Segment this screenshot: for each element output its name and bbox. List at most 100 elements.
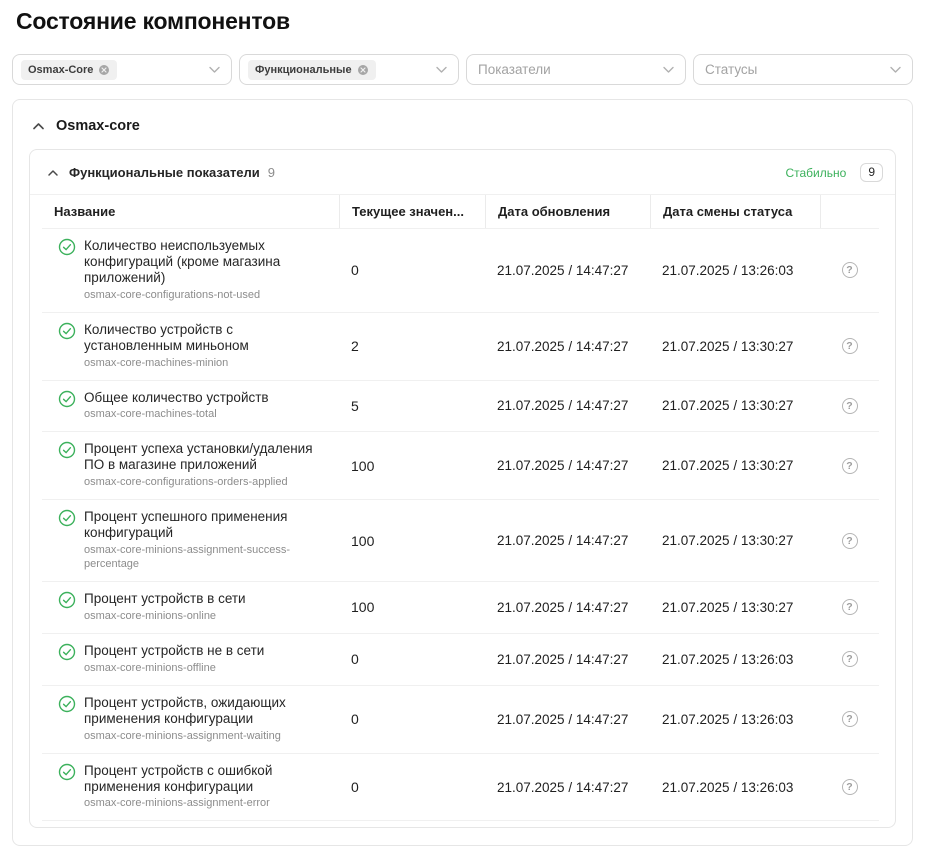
components-panel: Osmax-core Функциональные показатели 9 С… xyxy=(12,99,913,846)
success-check-icon xyxy=(58,390,76,408)
table-row: Процент успеха установки/удаления ПО в м… xyxy=(42,432,879,500)
indicator-code: osmax-core-minions-assignment-waiting xyxy=(84,730,329,744)
help-cell: ? xyxy=(820,643,879,675)
question-circle-icon[interactable]: ? xyxy=(842,711,858,727)
success-check-icon xyxy=(58,591,76,609)
status-changed-date-cell: 21.07.2025 / 13:26:03 xyxy=(650,255,820,286)
indicator-name-cell: Количество устройств с установленным мин… xyxy=(42,313,339,380)
indicator-title: Процент устройств не в сети xyxy=(84,643,264,659)
group-title: Osmax-core xyxy=(56,118,140,134)
help-cell: ? xyxy=(820,330,879,362)
indicator-text: Количество устройств с установленным мин… xyxy=(84,322,329,371)
component-status-page: Состояние компонентов Osmax-Core Функцио… xyxy=(0,0,925,856)
updated-date-cell: 21.07.2025 / 14:47:27 xyxy=(485,644,650,675)
help-cell: ? xyxy=(820,525,879,557)
filter-bar: Osmax-Core Функциональные xyxy=(12,54,913,85)
chevron-down-icon xyxy=(662,63,675,76)
table-row: Количество неиспользуемых конфигураций (… xyxy=(42,229,879,313)
help-cell: ? xyxy=(820,591,879,623)
filter-tag-types: Функциональные xyxy=(248,60,376,80)
updated-date-cell: 21.07.2025 / 14:47:27 xyxy=(485,331,650,362)
table-row: Общее количество устройств osmax-core-ma… xyxy=(42,381,879,433)
success-check-icon xyxy=(58,322,76,340)
updated-date-cell: 21.07.2025 / 14:47:27 xyxy=(485,525,650,556)
current-value-cell: 5 xyxy=(339,390,485,422)
chevron-up-icon[interactable] xyxy=(47,167,59,179)
question-circle-icon[interactable]: ? xyxy=(842,599,858,615)
current-value-cell: 0 xyxy=(339,771,485,803)
filter-statuses-select[interactable]: Статусы xyxy=(693,54,913,85)
indicator-name-cell: Процент устройств с ошибкой применения к… xyxy=(42,754,339,821)
indicator-title: Процент успешного применения конфигураци… xyxy=(84,509,329,541)
updated-date-cell: 21.07.2025 / 14:47:27 xyxy=(485,255,650,286)
indicator-title: Количество устройств с установленным мин… xyxy=(84,322,329,354)
question-circle-icon[interactable]: ? xyxy=(842,398,858,414)
updated-date-cell: 21.07.2025 / 14:47:27 xyxy=(485,772,650,803)
current-value-cell: 2 xyxy=(339,330,485,362)
indicator-code: osmax-core-machines-total xyxy=(84,408,269,422)
success-check-icon xyxy=(58,238,76,256)
current-value-cell: 100 xyxy=(339,525,485,557)
filter-types-select[interactable]: Функциональные xyxy=(239,54,459,85)
success-check-icon xyxy=(58,643,76,661)
question-circle-icon[interactable]: ? xyxy=(842,651,858,667)
indicator-code: osmax-core-configurations-orders-applied xyxy=(84,476,329,490)
filter-tag-components: Osmax-Core xyxy=(21,60,117,80)
indicator-title: Общее количество устройств xyxy=(84,390,269,406)
status-label: Стабильно xyxy=(785,166,846,180)
indicator-text: Процент устройств с ошибкой применения к… xyxy=(84,763,329,812)
tag-close-icon[interactable] xyxy=(357,64,369,76)
success-check-icon xyxy=(58,441,76,459)
indicator-text: Процент устройств, ожидающих применения … xyxy=(84,695,329,744)
chevron-up-icon[interactable] xyxy=(32,120,45,133)
card-header[interactable]: Функциональные показатели 9 Стабильно 9 xyxy=(30,150,895,195)
status-changed-date-cell: 21.07.2025 / 13:30:27 xyxy=(650,331,820,362)
indicator-name-cell: Процент успешного применения конфигураци… xyxy=(42,500,339,581)
indicator-name-cell: Общее количество устройств osmax-core-ma… xyxy=(42,381,339,432)
status-count-badge: 9 xyxy=(860,163,883,182)
status-changed-date-cell: 21.07.2025 / 13:30:27 xyxy=(650,592,820,623)
card-title: Функциональные показатели xyxy=(69,165,260,180)
indicator-text: Процент устройств не в сети osmax-core-m… xyxy=(84,643,264,676)
indicator-text: Процент устройств в сети osmax-core-mini… xyxy=(84,591,246,624)
indicator-code: osmax-core-minions-assignment-error xyxy=(84,797,329,811)
tag-close-icon[interactable] xyxy=(98,64,110,76)
help-cell: ? xyxy=(820,771,879,803)
status-changed-date-cell: 21.07.2025 / 13:30:27 xyxy=(650,390,820,421)
filter-components-select[interactable]: Osmax-Core xyxy=(12,54,232,85)
question-circle-icon[interactable]: ? xyxy=(842,262,858,278)
question-circle-icon[interactable]: ? xyxy=(842,338,858,354)
indicator-text: Процент успеха установки/удаления ПО в м… xyxy=(84,441,329,490)
filter-tag-label: Osmax-Core xyxy=(28,64,93,76)
chevron-down-icon xyxy=(208,63,221,76)
chevron-down-icon xyxy=(889,63,902,76)
updated-date-cell: 21.07.2025 / 14:47:27 xyxy=(485,704,650,735)
indicator-name-cell: Количество неиспользуемых конфигураций (… xyxy=(42,229,339,312)
filter-indicators-select[interactable]: Показатели xyxy=(466,54,686,85)
indicator-name-cell: Процент устройств, ожидающих применения … xyxy=(42,686,339,753)
indicator-title: Процент устройств с ошибкой применения к… xyxy=(84,763,329,795)
success-check-icon xyxy=(58,763,76,781)
updated-date-cell: 21.07.2025 / 14:47:27 xyxy=(485,592,650,623)
status-changed-date-cell: 21.07.2025 / 13:26:03 xyxy=(650,704,820,735)
select-placeholder: Показатели xyxy=(478,62,551,77)
indicator-title: Процент успеха установки/удаления ПО в м… xyxy=(84,441,329,473)
updated-date-cell: 21.07.2025 / 14:47:27 xyxy=(485,390,650,421)
question-circle-icon[interactable]: ? xyxy=(842,458,858,474)
functional-indicators-card: Функциональные показатели 9 Стабильно 9 … xyxy=(29,149,896,828)
indicators-table: Название Текущее значен... Дата обновлен… xyxy=(42,195,879,821)
current-value-cell: 100 xyxy=(339,450,485,482)
help-cell: ? xyxy=(820,390,879,422)
indicator-text: Общее количество устройств osmax-core-ma… xyxy=(84,390,269,423)
table-row: Процент успешного применения конфигураци… xyxy=(42,500,879,582)
success-check-icon xyxy=(58,695,76,713)
table-header-row: Название Текущее значен... Дата обновлен… xyxy=(42,195,879,229)
help-cell: ? xyxy=(820,703,879,735)
question-circle-icon[interactable]: ? xyxy=(842,533,858,549)
group-header-osmax-core[interactable]: Osmax-core xyxy=(13,100,912,149)
status-changed-date-cell: 21.07.2025 / 13:26:03 xyxy=(650,772,820,803)
filter-tag-label: Функциональные xyxy=(255,64,352,76)
help-cell: ? xyxy=(820,450,879,482)
success-check-icon xyxy=(58,509,76,527)
question-circle-icon[interactable]: ? xyxy=(842,779,858,795)
